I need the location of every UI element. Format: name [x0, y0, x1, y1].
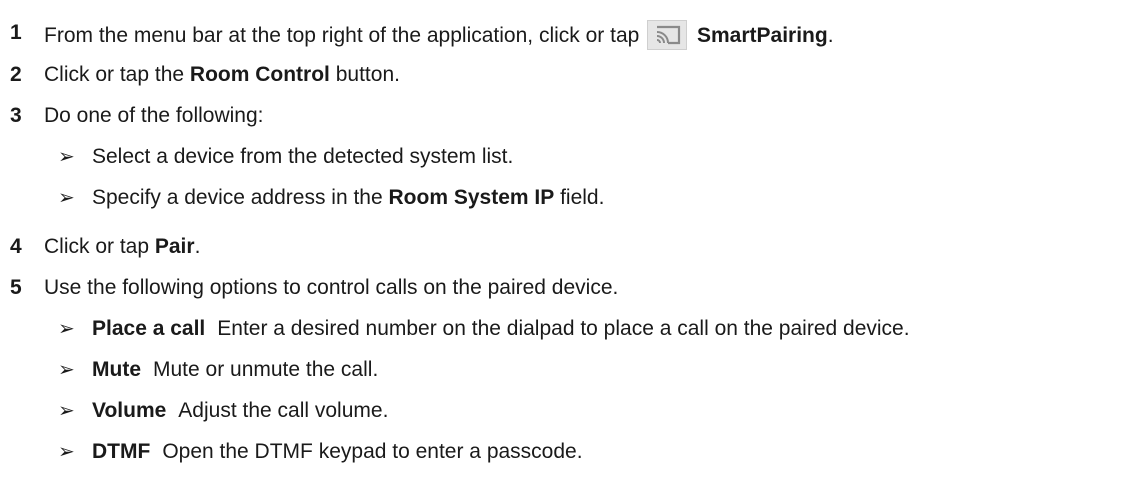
option-text: Select a device from the detected system… [92, 145, 514, 168]
option-term: DTMF [92, 440, 151, 463]
bullet-arrow-icon: ➢ [58, 441, 75, 463]
bullet-arrow-icon: ➢ [58, 318, 75, 340]
room-control-label: Room Control [189, 63, 330, 86]
step-text: From the menu bar at the top right of th… [44, 20, 834, 50]
option-description: Enter a desired number on the dialpad to… [217, 317, 910, 340]
smartpairing-cast-icon [647, 20, 688, 50]
option-text: DTMF Open the DTMF keypad to enter a pass… [92, 439, 583, 465]
step-number: 4 [10, 235, 22, 258]
instructions-document: 1 From the menu bar at the top right of … [0, 0, 1143, 478]
bullet-arrow-icon: ➢ [58, 146, 75, 168]
step-number: 5 [10, 276, 22, 299]
bullet-arrow-icon: ➢ [58, 359, 75, 381]
step-text: Use the following options to control cal… [44, 276, 619, 299]
step-number: 2 [10, 63, 22, 86]
step-text: Click or tap Pair. [44, 235, 201, 258]
step-number: 1 [10, 21, 22, 44]
bullet-arrow-icon: ➢ [58, 400, 75, 422]
option-description: Open the DTMF keypad to enter a passcode… [162, 440, 583, 463]
option-term: Mute [92, 358, 141, 381]
option-description: Adjust the call volume. [178, 399, 389, 422]
option-text: Volume Adjust the call volume. [92, 398, 388, 424]
option-term: Volume [92, 399, 167, 422]
step-text: Do one of the following: [44, 104, 264, 127]
room-system-ip-label: Room System IP [388, 186, 555, 209]
option-term: Place a call [92, 317, 206, 340]
option-text: Mute Mute or unmute the call. [92, 357, 378, 383]
option-description: Mute or unmute the call. [153, 358, 379, 381]
option-text: Place a call Enter a desired number on th… [92, 316, 910, 342]
option-text: Specify a device address in the Room Sys… [92, 186, 605, 209]
pair-label: Pair [154, 235, 195, 258]
step-text: Click or tap the Room Control button. [44, 63, 400, 86]
smartpairing-label: SmartPairing [697, 24, 828, 47]
bullet-arrow-icon: ➢ [58, 187, 75, 209]
step-number: 3 [10, 104, 22, 127]
